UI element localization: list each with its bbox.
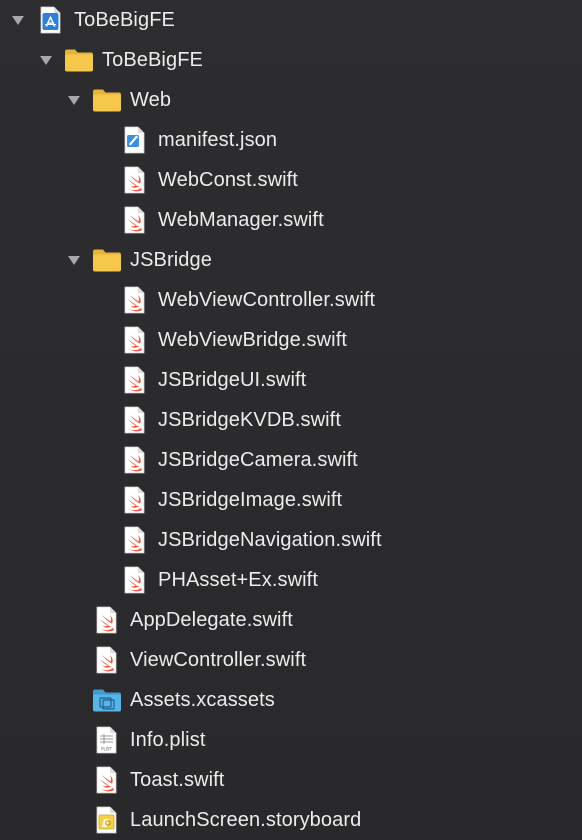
tree-item-assets-xcassets[interactable]: Assets.xcassets bbox=[0, 680, 582, 720]
storyboard-file-icon bbox=[92, 805, 122, 835]
tree-item-jsbridge[interactable]: JSBridge bbox=[0, 240, 582, 280]
tree-item-launchscreen-storyboard[interactable]: LaunchScreen.storyboard bbox=[0, 800, 582, 840]
tree-item-label: Assets.xcassets bbox=[130, 689, 275, 711]
tree-item-tobebigfe[interactable]: ToBeBigFE bbox=[0, 40, 582, 80]
swift-file-icon bbox=[120, 205, 150, 235]
project-navigator: ToBeBigFE ToBeBigFE Web manifest.json WebCon… bbox=[0, 0, 582, 840]
plist-file-icon: PLIST bbox=[92, 725, 122, 755]
tree-item-viewcontroller-swift[interactable]: ViewController.swift bbox=[0, 640, 582, 680]
svg-text:PLIST: PLIST bbox=[101, 747, 112, 752]
tree-item-appdelegate-swift[interactable]: AppDelegate.swift bbox=[0, 600, 582, 640]
disclosure-triangle-icon[interactable] bbox=[64, 250, 84, 270]
tree-item-label: PHAsset+Ex.swift bbox=[158, 569, 318, 591]
tree-item-webviewcontroller-swift[interactable]: WebViewController.swift bbox=[0, 280, 582, 320]
tree-item-label: manifest.json bbox=[158, 129, 278, 151]
tree-item-toast-swift[interactable]: Toast.swift bbox=[0, 760, 582, 800]
tree-item-manifest-json[interactable]: manifest.json bbox=[0, 120, 582, 160]
swift-file-icon bbox=[120, 165, 150, 195]
tree-item-label: ToBeBigFE bbox=[74, 9, 175, 31]
tree-item-label: Toast.swift bbox=[130, 769, 225, 791]
tree-item-label: JSBridgeImage.swift bbox=[158, 489, 343, 511]
json-file-icon bbox=[120, 125, 150, 155]
folder-icon bbox=[64, 45, 94, 75]
swift-file-icon bbox=[120, 525, 150, 555]
tree-item-label: WebManager.swift bbox=[158, 209, 324, 231]
tree-item-label: WebConst.swift bbox=[158, 169, 298, 191]
tree-item-label: JSBridgeCamera.swift bbox=[158, 449, 358, 471]
swift-file-icon bbox=[120, 485, 150, 515]
swift-file-icon bbox=[120, 365, 150, 395]
swift-file-icon bbox=[120, 445, 150, 475]
swift-file-icon bbox=[92, 645, 122, 675]
swift-file-icon bbox=[92, 765, 122, 795]
tree-item-webmanager-swift[interactable]: WebManager.swift bbox=[0, 200, 582, 240]
folder-icon bbox=[92, 85, 122, 115]
tree-item-jsbridgeimage-swift[interactable]: JSBridgeImage.swift bbox=[0, 480, 582, 520]
tree-item-web[interactable]: Web bbox=[0, 80, 582, 120]
swift-file-icon bbox=[92, 605, 122, 635]
tree-item-label: WebViewBridge.swift bbox=[158, 329, 348, 351]
tree-item-webviewbridge-swift[interactable]: WebViewBridge.swift bbox=[0, 320, 582, 360]
swift-file-icon bbox=[120, 565, 150, 595]
tree-item-jsbridgeui-swift[interactable]: JSBridgeUI.swift bbox=[0, 360, 582, 400]
swift-file-icon bbox=[120, 325, 150, 355]
tree-item-label: Web bbox=[130, 89, 172, 111]
tree-item-label: LaunchScreen.storyboard bbox=[130, 809, 362, 831]
tree-item-label: ViewController.swift bbox=[130, 649, 307, 671]
disclosure-triangle-icon[interactable] bbox=[8, 10, 28, 30]
xcode-project-icon bbox=[36, 5, 66, 35]
tree-item-jsbridgekvdb-swift[interactable]: JSBridgeKVDB.swift bbox=[0, 400, 582, 440]
tree-item-label: JSBridge bbox=[130, 249, 212, 271]
folder-icon bbox=[92, 245, 122, 275]
tree-item-label: AppDelegate.swift bbox=[130, 609, 293, 631]
tree-item-phasset-ex-swift[interactable]: PHAsset+Ex.swift bbox=[0, 560, 582, 600]
tree-item-info-plist[interactable]: PLIST Info.plist bbox=[0, 720, 582, 760]
tree-item-label: JSBridgeKVDB.swift bbox=[158, 409, 341, 431]
tree-item-label: WebViewController.swift bbox=[158, 289, 376, 311]
tree-item-webconst-swift[interactable]: WebConst.swift bbox=[0, 160, 582, 200]
disclosure-triangle-icon[interactable] bbox=[36, 50, 56, 70]
tree-item-label: ToBeBigFE bbox=[102, 49, 203, 71]
tree-item-tobebigfe[interactable]: ToBeBigFE bbox=[0, 0, 582, 40]
asset-catalog-icon bbox=[92, 685, 122, 715]
tree-item-jsbridgenavigation-swift[interactable]: JSBridgeNavigation.swift bbox=[0, 520, 582, 560]
tree-item-label: Info.plist bbox=[130, 729, 206, 751]
disclosure-triangle-icon[interactable] bbox=[64, 90, 84, 110]
tree-item-label: JSBridgeUI.swift bbox=[158, 369, 307, 391]
tree-item-label: JSBridgeNavigation.swift bbox=[158, 529, 382, 551]
swift-file-icon bbox=[120, 405, 150, 435]
tree-item-jsbridgecamera-swift[interactable]: JSBridgeCamera.swift bbox=[0, 440, 582, 480]
swift-file-icon bbox=[120, 285, 150, 315]
